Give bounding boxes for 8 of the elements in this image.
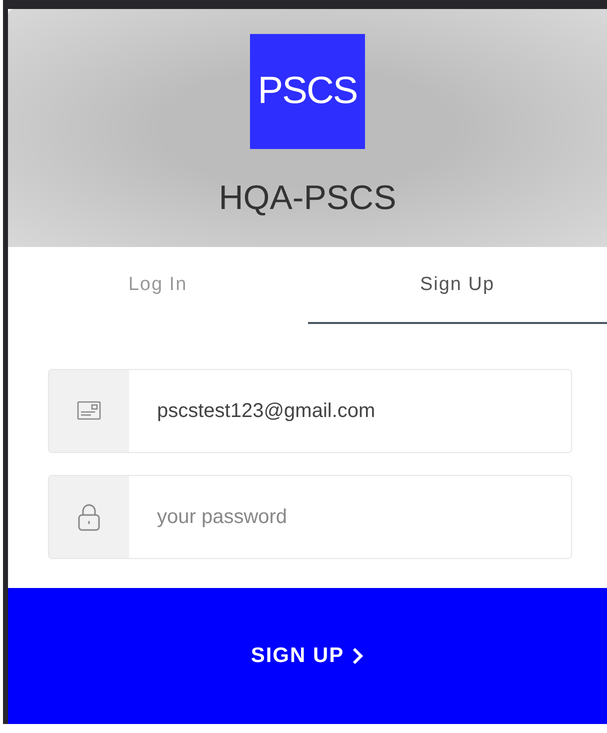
sign-up-button[interactable]: SIGN UP bbox=[8, 588, 607, 724]
lock-icon bbox=[78, 503, 100, 531]
app-title: HQA-PSCS bbox=[218, 179, 396, 218]
logo: PSCS bbox=[250, 34, 365, 149]
chevron-icon bbox=[352, 647, 364, 665]
password-field[interactable]: your password bbox=[48, 475, 572, 559]
id-card-icon bbox=[77, 401, 101, 421]
email-field[interactable]: pscstest123@gmail.com bbox=[48, 369, 572, 453]
